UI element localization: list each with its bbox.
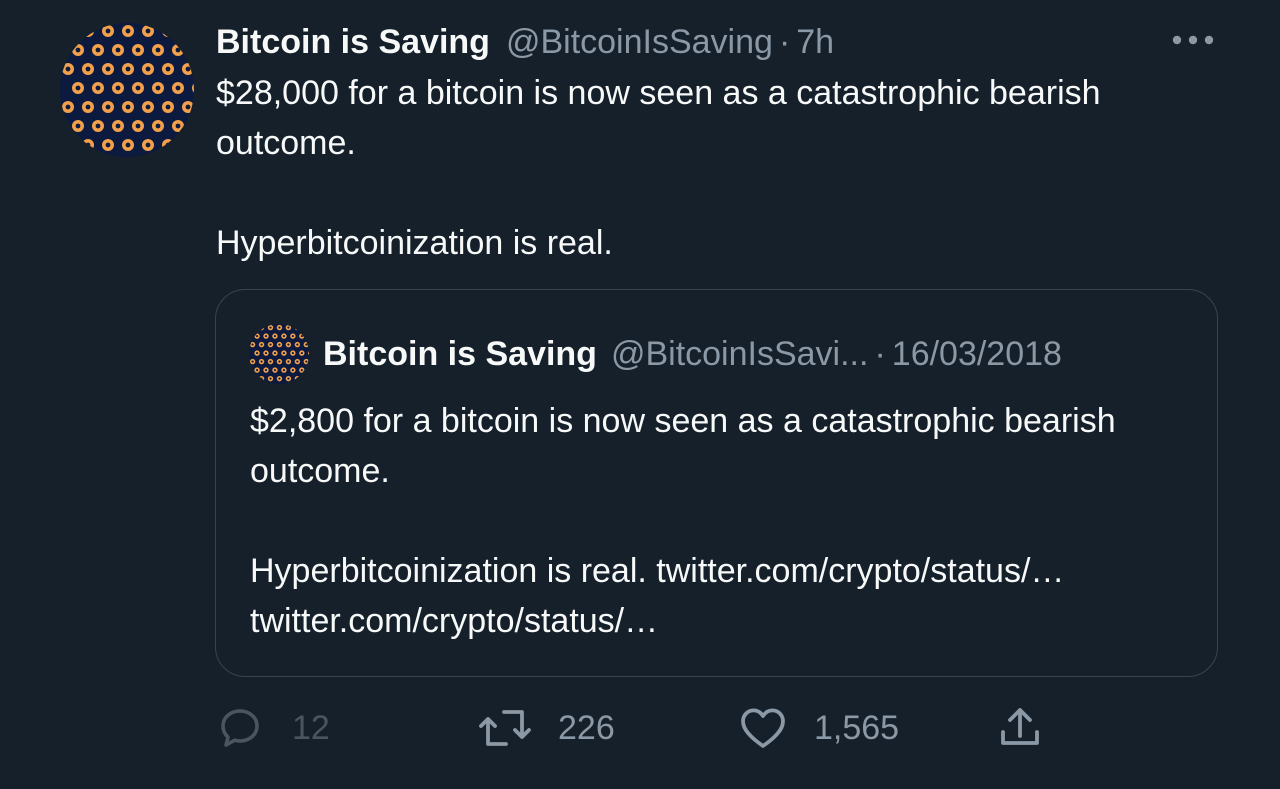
tweet-actions-bar: 12 226 1,565 xyxy=(216,700,1216,756)
quoted-tweet-header: Bitcoin is Saving @BitcoinIsSavi... · 16… xyxy=(323,330,1062,378)
quoted-tweet-card[interactable]: Bitcoin is Saving @BitcoinIsSavi... · 16… xyxy=(215,289,1218,677)
tweet-time[interactable]: 7h xyxy=(796,23,834,62)
quoted-tweet-date: 16/03/2018 xyxy=(891,334,1062,373)
reply-icon xyxy=(221,709,259,747)
quoted-text-paragraph: $2,800 for a bitcoin is now seen as a ca… xyxy=(250,402,1116,490)
more-horizontal-icon xyxy=(1172,35,1214,45)
share-icon xyxy=(1001,708,1039,745)
separator-dot: · xyxy=(874,334,886,373)
tweet: Bitcoin is Saving @BitcoinIsSaving · 7h … xyxy=(0,0,1280,789)
avatar[interactable] xyxy=(60,23,194,157)
like-count: 1,565 xyxy=(814,708,900,747)
tweet-text-paragraph: Hyperbitcoinization is real. xyxy=(216,224,613,262)
reply-count: 12 xyxy=(292,708,330,747)
bitcoin-pattern-avatar-icon xyxy=(249,324,309,384)
more-options-button[interactable] xyxy=(1168,22,1218,58)
author-name[interactable]: Bitcoin is Saving xyxy=(216,23,490,62)
quoted-text-paragraph: Hyperbitcoinization is real. twitter.com… xyxy=(250,552,1065,640)
tweet-text: $28,000 for a bitcoin is now seen as a c… xyxy=(216,68,1176,268)
tweet-header: Bitcoin is Saving @BitcoinIsSaving · 7h xyxy=(216,20,834,64)
bitcoin-pattern-avatar-icon xyxy=(60,23,194,157)
quoted-tweet-text: $2,800 for a bitcoin is now seen as a ca… xyxy=(250,396,1190,646)
author-handle[interactable]: @BitcoinIsSaving xyxy=(506,23,773,62)
like-button[interactable]: 1,565 xyxy=(738,700,899,756)
retweet-icon xyxy=(479,710,531,746)
quoted-avatar[interactable] xyxy=(249,324,309,384)
quoted-author-handle: @BitcoinIsSavi... xyxy=(610,334,869,373)
share-button[interactable] xyxy=(996,700,1044,756)
heart-icon xyxy=(741,708,785,748)
separator-dot: · xyxy=(778,22,791,61)
retweet-button[interactable]: 226 xyxy=(478,700,615,756)
retweet-count: 226 xyxy=(558,708,615,747)
tweet-text-paragraph: $28,000 for a bitcoin is now seen as a c… xyxy=(216,74,1101,162)
reply-button[interactable]: 12 xyxy=(216,700,330,756)
quoted-author-name: Bitcoin is Saving xyxy=(323,334,597,373)
